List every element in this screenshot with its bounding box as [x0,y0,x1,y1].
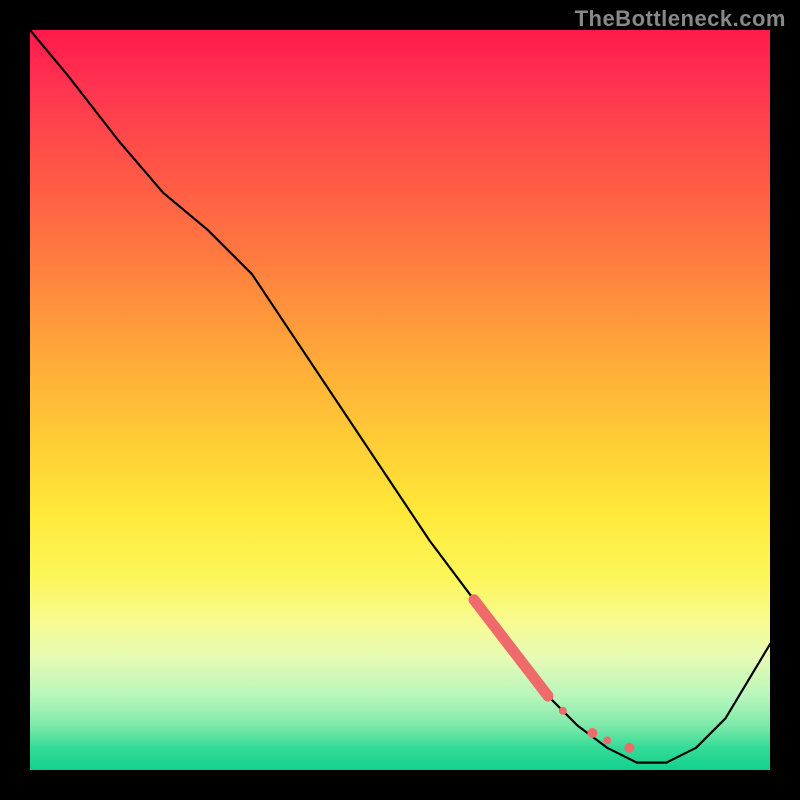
plot-area [30,30,770,770]
highlight-dot [624,743,634,753]
highlight-dot [559,707,567,715]
bottleneck-curve [30,30,770,763]
chart-container: TheBottleneck.com [0,0,800,800]
highlight-segment [474,600,548,696]
highlight-dots [559,707,635,753]
highlight-dot [603,736,611,744]
curve-svg [30,30,770,770]
highlight-dot [587,728,597,738]
watermark-text: TheBottleneck.com [575,6,786,32]
